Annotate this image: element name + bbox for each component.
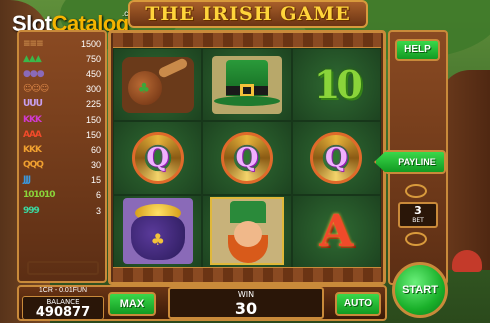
reels-bottom-strip bbox=[113, 267, 381, 283]
queen-symbol: Q bbox=[310, 131, 363, 184]
paytable-row-queen: QQQ 30 bbox=[23, 158, 101, 173]
paytable-value: 30 bbox=[90, 160, 101, 171]
pipe-icon: ≡≡≡ bbox=[23, 38, 44, 49]
pot-icon: ●●● bbox=[23, 68, 45, 79]
pipe-icon: ♣ bbox=[121, 56, 194, 113]
paytable-row-horseshoe: ᑌᑌᑌ 225 bbox=[23, 97, 101, 112]
celtic-knot-icon bbox=[405, 232, 427, 246]
win-value: 30 bbox=[234, 299, 258, 318]
paytable-value: 60 bbox=[90, 144, 101, 155]
horseshoe-icon: ᑌᑌᑌ bbox=[23, 99, 43, 110]
reel-cell-queen: Q bbox=[113, 121, 203, 195]
max-bet-button[interactable]: MAX bbox=[108, 292, 156, 316]
paytable-row-king-card: KKK 60 bbox=[23, 142, 101, 157]
paytable-row-leprechaun: ☺☺☺ 300 bbox=[23, 82, 101, 97]
clover-icon: ♣ bbox=[137, 80, 151, 97]
help-button[interactable]: HELP bbox=[395, 39, 440, 61]
paytable-row-ten: 101010 6 bbox=[23, 188, 101, 203]
queen-letter: Q bbox=[146, 142, 169, 173]
bet-selector[interactable]: 3 BET bbox=[398, 202, 438, 228]
leprechaun-icon bbox=[209, 197, 284, 266]
ace-icon: AAA bbox=[23, 129, 42, 140]
bet-value: 3 bbox=[414, 204, 422, 217]
paytable-row-jack: JJJ 15 bbox=[23, 173, 101, 188]
autoplay-button[interactable]: AUTO bbox=[335, 292, 381, 316]
ten-icon: 101010 bbox=[23, 190, 56, 201]
hat-icon: ▲▲▲ bbox=[23, 53, 42, 64]
paytable: ≡≡≡ 1500 ▲▲▲ 750 ●●● 450 ☺☺☺ 300 ᑌᑌᑌ 225 KKK 150 AAA… bbox=[17, 30, 107, 283]
denomination-label: 1CR - 0.01FUN bbox=[38, 287, 88, 294]
queen-icon: QQQ bbox=[23, 160, 44, 171]
nine-icon: 999 bbox=[23, 205, 40, 216]
paytable-row-ace: AAA 150 bbox=[23, 127, 101, 142]
paytable-row-pot: ●●● 450 bbox=[23, 66, 101, 81]
payline-button[interactable]: PAYLINE bbox=[374, 150, 446, 174]
paytable-value: 150 bbox=[85, 129, 101, 140]
ace-symbol: A bbox=[319, 205, 354, 257]
paytable-value: 1500 bbox=[80, 38, 101, 49]
paytable-value: 3 bbox=[95, 205, 101, 216]
leprechaun-icon: ☺☺☺ bbox=[23, 84, 49, 95]
paytable-value: 300 bbox=[85, 84, 101, 95]
reel-cell-pipe: ♣ bbox=[113, 48, 203, 122]
queen-symbol: Q bbox=[220, 131, 273, 184]
reels-grid: ♣ 10 Q Q Q ♣ A bbox=[113, 48, 381, 268]
paytable-row-hat: ▲▲▲ 750 bbox=[23, 51, 101, 66]
paytable-row-pipe: ≡≡≡ 1500 bbox=[23, 36, 101, 51]
reel-cell-leprechaun bbox=[202, 194, 292, 268]
queen-symbol: Q bbox=[131, 131, 184, 184]
game-title-text: THE IRISH GAME bbox=[145, 3, 351, 25]
paytable-value: 750 bbox=[85, 53, 101, 64]
paytable-value: 150 bbox=[85, 114, 101, 125]
paytable-value: 15 bbox=[90, 175, 101, 186]
reel-cell-ace: A bbox=[291, 194, 381, 268]
reel-cell-queen: Q bbox=[291, 121, 381, 195]
jack-icon: JJJ bbox=[23, 175, 31, 186]
balance-display: BALANCE 490877 bbox=[22, 296, 104, 320]
win-display: WIN 30 bbox=[168, 287, 324, 319]
king-icon: KKK bbox=[23, 114, 42, 125]
ten-symbol: 10 bbox=[313, 62, 363, 108]
celtic-knot-decoration bbox=[27, 261, 99, 275]
start-button[interactable]: START bbox=[392, 262, 448, 318]
paytable-value: 450 bbox=[85, 68, 101, 79]
reels-top-strip bbox=[113, 32, 381, 48]
queen-letter: Q bbox=[235, 142, 259, 173]
game-title: THE IRISH GAME bbox=[128, 0, 368, 28]
bet-label: BET bbox=[412, 217, 424, 224]
paytable-row-king: KKK 150 bbox=[23, 112, 101, 127]
reel-cell-pot: ♣ bbox=[113, 194, 203, 268]
reel-cell-queen: Q bbox=[202, 121, 292, 195]
queen-letter: Q bbox=[325, 142, 348, 173]
king-card-icon: KKK bbox=[23, 144, 42, 155]
balance-value: 490877 bbox=[35, 305, 91, 320]
leprechaun-hat-icon bbox=[211, 55, 282, 114]
paytable-value: 225 bbox=[85, 99, 101, 110]
reel-cell-hat bbox=[202, 48, 292, 122]
mushroom-icon bbox=[452, 250, 482, 272]
paytable-value: 6 bbox=[95, 190, 101, 201]
reel-cell-ten: 10 bbox=[291, 48, 381, 122]
clover-icon: ♣ bbox=[150, 230, 165, 250]
celtic-knot-icon bbox=[405, 184, 427, 198]
pot-of-gold-icon: ♣ bbox=[122, 198, 193, 265]
paytable-row-nine: 999 3 bbox=[23, 203, 101, 218]
